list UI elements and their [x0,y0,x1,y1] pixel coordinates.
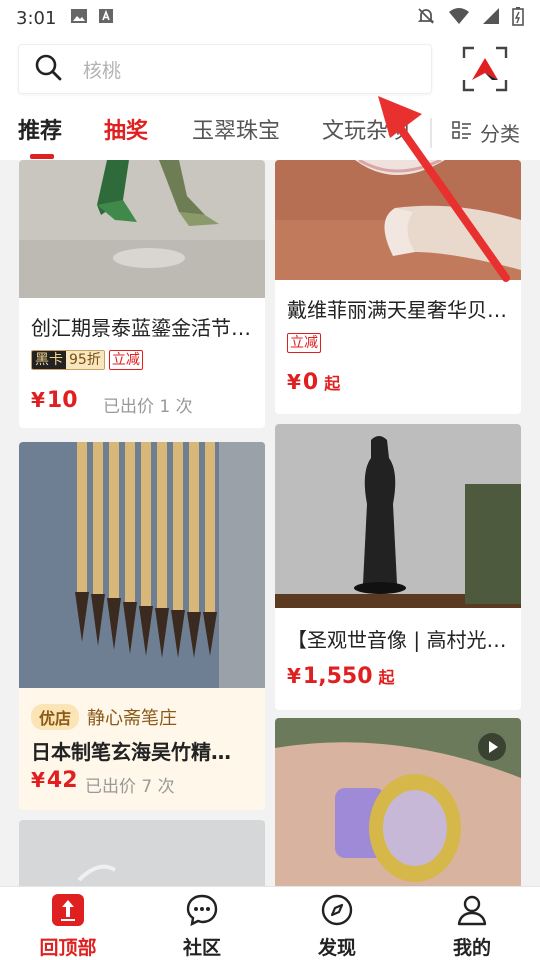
header: 核桃 推荐 抽奖 玉翠珠宝 文玩杂项 分类 [0,36,540,160]
bid-count: 已出价 1 次 [103,397,193,417]
tab-lottery[interactable]: 抽奖 [104,112,148,152]
scan-icon [462,46,508,92]
nav-discover[interactable]: 发现 [287,893,387,960]
battery-icon [512,6,524,30]
product-title: 日本制笔玄海吴竹精… [31,740,231,764]
active-tab-indicator [30,154,54,159]
wifi-icon [448,7,470,29]
back-to-top-icon [52,894,84,926]
product-card[interactable] [275,718,521,886]
scan-button[interactable] [462,46,508,92]
black-card-discount-tag: 黑卡 95折 [31,350,105,370]
product-feed[interactable]: 创汇期景泰蓝鎏金活节… 黑卡 95折 立减 ¥10 已出价 1 次 戴维菲丽满天… [0,160,540,886]
product-price: ¥10 [31,388,78,413]
bottom-nav: 回顶部 社区 发现 我的 [0,886,540,960]
product-card[interactable]: 优店 静心斋笔庄 日本制笔玄海吴竹精… ¥42 已出价 7 次 [19,442,265,810]
category-label: 分类 [480,121,520,146]
instant-discount-tag: 立减 [108,350,143,370]
product-price: ¥0 起 [287,370,340,395]
user-icon [457,895,487,926]
premium-shop-badge: 优店 [31,704,80,730]
nav-label: 我的 [452,937,491,959]
status-bar: 3:01 [0,0,540,36]
nav-community[interactable]: 社区 [152,893,252,960]
product-image [275,424,521,608]
nav-me[interactable]: 我的 [422,893,522,960]
price-value: 10 [46,388,78,413]
product-image [19,820,265,886]
bid-count: 已出价 7 次 [85,777,175,797]
currency-symbol: ¥ [31,768,45,792]
shop-row[interactable]: 优店 静心斋笔庄 [31,704,177,730]
nav-label: 社区 [182,937,221,959]
search-icon [33,52,63,86]
product-tags: 黑卡 95折 立减 [31,350,143,370]
currency-symbol: ¥ [287,370,301,394]
price-suffix: 起 [324,374,341,393]
nav-label: 回顶部 [39,937,97,959]
price-value: 0 [302,370,319,395]
category-tabs: 推荐 抽奖 玉翠珠宝 文玩杂项 分类 [0,112,540,160]
price-value: 42 [46,768,78,793]
price-value: 1,550 [302,664,373,689]
instant-discount-tag: 立减 [287,333,321,353]
product-card[interactable] [19,820,265,886]
tab-recommend[interactable]: 推荐 [18,112,62,152]
shop-name: 静心斋笔庄 [87,708,178,729]
product-image [19,160,265,298]
nav-label: 发现 [317,937,356,959]
discount-label: 95折 [66,351,104,369]
product-tags: 立减 [287,332,321,353]
product-price: ¥1,550 起 [287,664,395,689]
tab-collectibles[interactable]: 文玩杂项 [322,112,410,152]
category-list-icon [452,120,472,145]
mute-icon [416,6,436,30]
tab-jade-jewelry[interactable]: 玉翠珠宝 [192,112,280,152]
black-card-label: 黑卡 [32,351,66,369]
image-notification-icon [70,8,88,28]
price-suffix: 起 [378,668,395,687]
product-image [275,160,521,280]
product-image [19,442,265,688]
product-card[interactable]: 戴维菲丽满天星奢华贝… 立减 ¥0 起 [275,160,521,414]
signal-icon [482,7,500,29]
product-title: 创汇期景泰蓝鎏金活节… [31,316,251,340]
currency-symbol: ¥ [287,664,301,688]
app-notification-icon [98,8,114,28]
nav-back-to-top[interactable]: 回顶部 [18,893,118,960]
product-title: 【圣观世音像 | 高村光… [287,628,507,652]
product-title: 戴维菲丽满天星奢华贝… [287,298,507,322]
video-play-icon[interactable] [477,732,507,766]
compass-icon [321,894,353,926]
status-time: 3:01 [16,7,57,29]
tab-divider [430,118,432,148]
currency-symbol: ¥ [31,388,45,412]
product-price: ¥42 [31,768,78,793]
search-input[interactable]: 核桃 [18,44,432,94]
category-button[interactable]: 分类 [452,112,530,152]
product-card[interactable]: 创汇期景泰蓝鎏金活节… 黑卡 95折 立减 ¥10 已出价 1 次 [19,160,265,428]
product-card[interactable]: 【圣观世音像 | 高村光… ¥1,550 起 [275,424,521,710]
search-placeholder: 核桃 [83,59,122,82]
community-icon [186,894,218,927]
